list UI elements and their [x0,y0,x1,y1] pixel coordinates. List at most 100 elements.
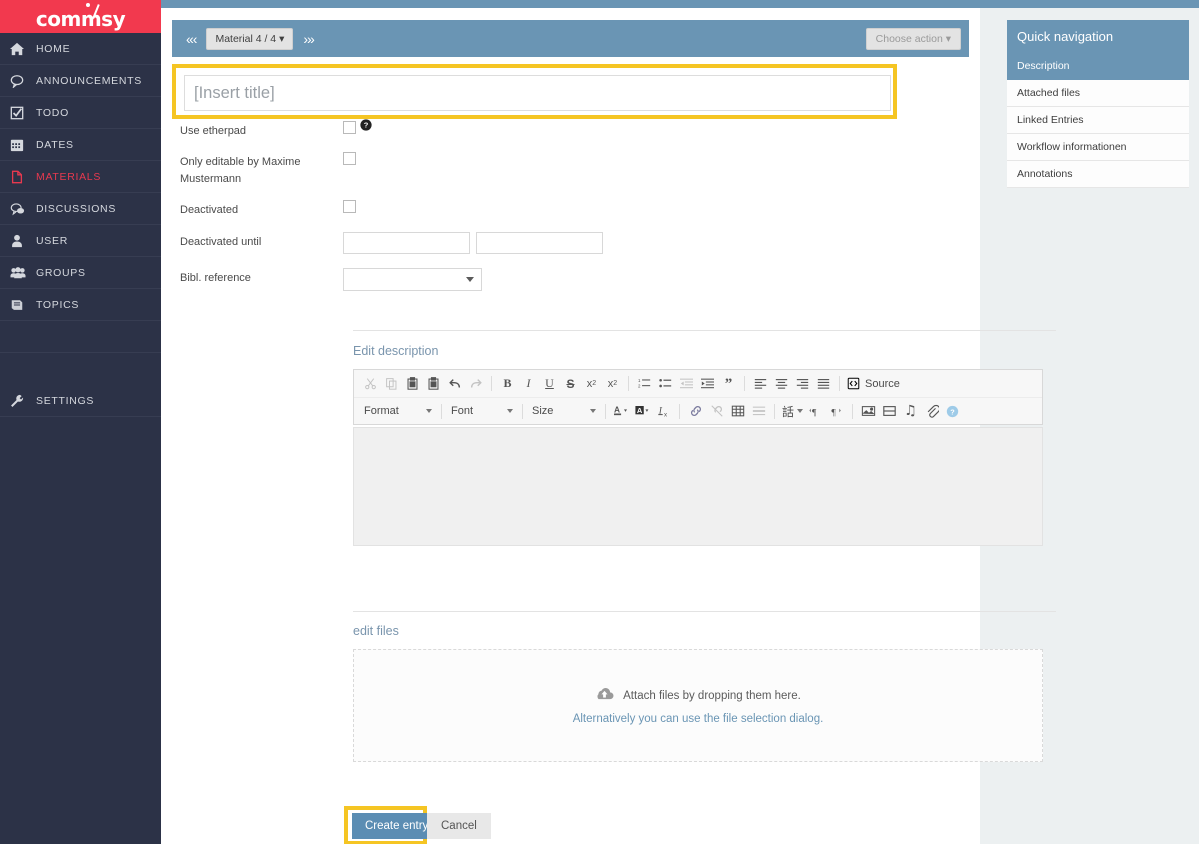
italic-icon[interactable]: I [518,373,539,394]
sidebar-item-groups[interactable]: GROUPS [0,257,161,289]
unlink-icon[interactable] [706,401,727,422]
deactivated-until-date-input[interactable] [343,232,470,254]
chevron-down-icon [507,409,513,413]
choose-action-dropdown[interactable]: Choose action ▾ [865,27,961,50]
svg-text:A: A [614,405,620,415]
label-only-editable: Only editable by Maxime Mustermann [180,156,301,185]
entry-pager-dropdown[interactable]: Material 4 / 4 ▾ [206,27,294,50]
strikethrough-icon[interactable]: S [560,373,581,394]
audio-icon[interactable]: ♫ [900,401,921,422]
sidebar-item-topics[interactable]: TOPICS [0,289,161,321]
sidebar-item-user[interactable]: USER [0,225,161,257]
bulleted-list-icon[interactable] [655,373,676,394]
bold-icon[interactable]: B [497,373,518,394]
checkbox-only-editable[interactable] [343,152,356,165]
divider-above-description [353,330,1056,331]
editor-content-area[interactable] [353,427,1043,546]
sidebar-label-todo: TODO [36,106,69,119]
video-icon[interactable] [879,401,900,422]
subscript-icon[interactable]: x2 [581,373,602,394]
source-button[interactable]: Source [845,377,900,390]
svg-text:?: ? [950,407,955,416]
image-icon[interactable] [858,401,879,422]
align-left-icon[interactable] [750,373,771,394]
about-icon[interactable]: ? [942,401,963,422]
choose-action-label: Choose action [875,32,943,45]
indent-icon[interactable] [697,373,718,394]
label-deactivated: Deactivated [180,204,239,216]
sidebar-label-home: HOME [36,42,71,55]
next-arrows-icon[interactable]: ›» [297,31,319,47]
rich-text-editor: B I U S x2 x2 12 ” Source Format Font Si… [353,369,1043,425]
align-center-icon[interactable] [771,373,792,394]
label-use-etherpad: Use etherpad [180,125,247,137]
horizontal-rule-icon[interactable] [748,401,769,422]
quicknav-item-description[interactable]: Description [1007,53,1189,80]
sidebar-item-announcements[interactable]: ANNOUNCEMENTS [0,65,161,97]
size-dropdown[interactable]: Size [528,401,600,421]
blockquote-icon[interactable]: ” [718,373,739,394]
paste-icon[interactable] [402,373,423,394]
toolbar-separator [774,403,775,419]
numbered-list-icon[interactable]: 12 [634,373,655,394]
quicknav-item-workflow-informationen[interactable]: Workflow informationen [1007,134,1189,161]
align-right-icon[interactable] [792,373,813,394]
toolbar-separator [491,376,492,391]
file-dropzone[interactable]: Attach files by dropping them here. Alte… [353,649,1043,762]
quicknav-item-annotations[interactable]: Annotations [1007,161,1189,188]
sidebar-label-discussions: DISCUSSIONS [36,202,117,215]
language-dropdown[interactable]: 話 [780,401,805,421]
paste-as-text-icon[interactable] [423,373,444,394]
entry-navigation-toolbar: «‹ Material 4 / 4 ▾ ›» Choose action ▾ [172,20,969,57]
font-dropdown-label: Font [451,405,474,417]
sidebar-item-home[interactable]: HOME [0,33,161,65]
svg-text:¶: ¶ [811,407,816,417]
previous-arrows-icon[interactable]: «‹ [180,31,202,47]
superscript-icon[interactable]: x2 [602,373,623,394]
cancel-button[interactable]: Cancel [427,813,491,839]
title-input[interactable] [184,75,891,111]
deactivated-until-time-input[interactable] [476,232,603,254]
justify-icon[interactable] [813,373,834,394]
brand-logo[interactable]: commsy [0,0,161,33]
sidebar-item-discussions[interactable]: DISCUSSIONS [0,193,161,225]
underline-icon[interactable]: U [539,373,560,394]
text-direction-rtl-icon[interactable]: ¶ [826,401,847,422]
sidebar-item-dates[interactable]: DATES [0,129,161,161]
copy-icon[interactable] [381,373,402,394]
language-icon: 話 [782,404,795,419]
sidebar-label-materials: MATERIALS [36,170,102,183]
checkbox-deactivated[interactable] [343,200,356,213]
outdent-icon[interactable] [676,373,697,394]
sidebar-item-materials[interactable]: MATERIALS [0,161,161,193]
cut-icon[interactable] [360,373,381,394]
users-icon [10,266,36,280]
form-row-deactivated-until: Deactivated until [180,232,940,268]
text-direction-ltr-icon[interactable]: ¶ [805,401,826,422]
redo-icon[interactable] [465,373,486,394]
attachment-icon[interactable] [921,401,942,422]
remove-format-icon[interactable]: Ix [653,401,674,422]
chevron-down-icon [426,409,432,413]
bibl-reference-select[interactable] [343,268,482,291]
book-icon [10,298,36,312]
entry-properties-form: Use etherpad ? Only editable by Maxime M… [180,118,940,304]
format-dropdown[interactable]: Format [360,401,436,421]
undo-icon[interactable] [444,373,465,394]
sidebar-item-todo[interactable]: TODO [0,97,161,129]
sidebar-item-settings[interactable]: SETTINGS [0,385,161,417]
checkbox-use-etherpad[interactable] [343,121,356,134]
sidebar-spacer-1 [0,321,161,353]
help-icon[interactable]: ? [360,118,372,136]
table-icon[interactable] [727,401,748,422]
size-dropdown-label: Size [532,405,554,417]
link-icon[interactable] [685,401,706,422]
background-color-icon[interactable]: A [632,401,653,422]
quicknav-item-attached-files[interactable]: Attached files [1007,80,1189,107]
text-color-icon[interactable]: A [611,401,632,422]
font-dropdown[interactable]: Font [447,401,517,421]
toolbar-separator [441,403,442,419]
file-selection-dialog-link[interactable]: Alternatively you can use the file selec… [573,713,824,725]
form-row-deactivated: Deactivated [180,200,940,232]
quicknav-item-linked-entries[interactable]: Linked Entries [1007,107,1189,134]
